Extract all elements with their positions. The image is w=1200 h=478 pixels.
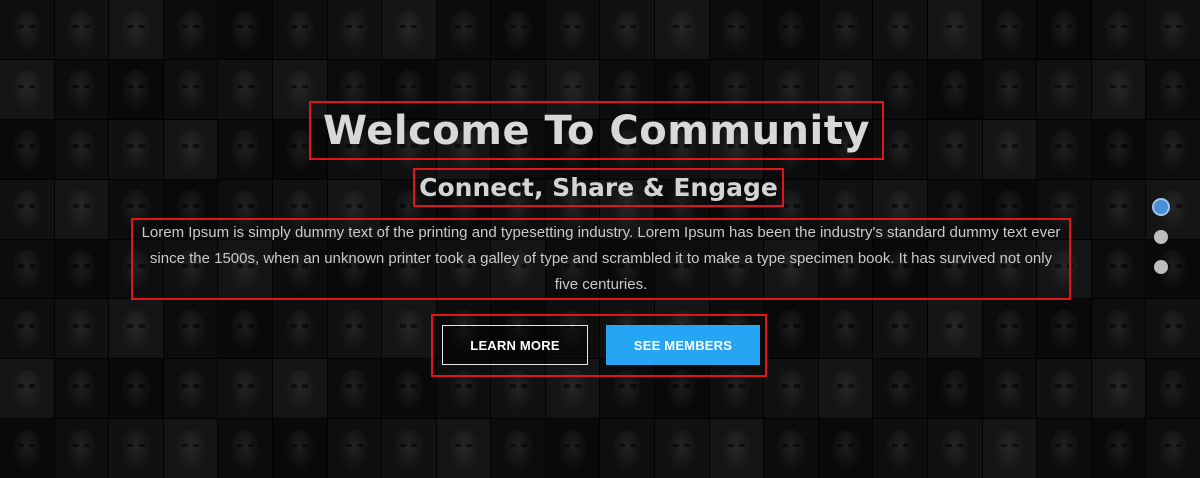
buttons-highlight-box: LEARN MORE SEE MEMBERS: [431, 314, 767, 377]
subtitle-highlight-box: Connect, Share & Engage: [413, 168, 784, 207]
hero-description: Lorem Ipsum is simply dummy text of the …: [141, 224, 1061, 293]
hero-subtitle: Connect, Share & Engage: [419, 173, 778, 202]
slider-dot-1[interactable]: [1154, 200, 1168, 214]
hero-content: Welcome To Community Connect, Share & En…: [0, 0, 1200, 478]
hero-section: Welcome To Community Connect, Share & En…: [0, 0, 1200, 478]
description-highlight-box: Lorem Ipsum is simply dummy text of the …: [131, 218, 1071, 300]
slider-pagination: [1154, 200, 1170, 290]
see-members-button[interactable]: SEE MEMBERS: [606, 325, 760, 365]
hero-title: Welcome To Community: [323, 107, 870, 154]
slider-dot-2[interactable]: [1154, 230, 1168, 244]
learn-more-button[interactable]: LEARN MORE: [442, 325, 588, 365]
slider-dot-3[interactable]: [1154, 260, 1168, 274]
title-highlight-box: Welcome To Community: [309, 101, 884, 160]
